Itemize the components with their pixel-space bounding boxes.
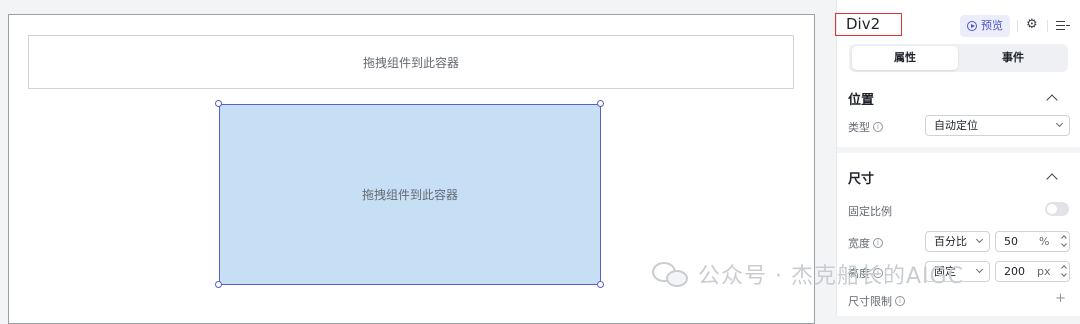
- header-divider: [1017, 20, 1018, 32]
- height-value-input[interactable]: 200: [995, 261, 1070, 282]
- position-type-select[interactable]: 自动定位: [925, 115, 1070, 136]
- size-limit-label: 尺寸限制 i: [848, 293, 905, 309]
- fixed-ratio-label: 固定比例: [848, 205, 892, 218]
- component-name-field[interactable]: Div2: [835, 13, 902, 36]
- watermark-text: 公众号 · 杰克船长的AIGC: [698, 264, 964, 289]
- fixed-ratio-toggle[interactable]: [1045, 202, 1069, 216]
- type-label: 类型 i: [848, 119, 883, 135]
- chevron-down-icon: [975, 235, 984, 244]
- panel-tabs: 属性 事件: [849, 44, 1068, 72]
- width-stepper[interactable]: [1061, 232, 1067, 250]
- container-dropzone[interactable]: 拖拽组件到此容器: [28, 35, 794, 89]
- chevron-down-icon: [975, 265, 984, 274]
- chevron-down-icon: [1055, 119, 1064, 128]
- resize-handle-bottom-right[interactable]: [597, 281, 604, 288]
- section-title-size: 尺寸: [848, 172, 875, 187]
- dropzone-hint: 拖拽组件到此容器: [361, 188, 458, 202]
- resize-handle-top-right[interactable]: [597, 100, 604, 107]
- chevron-up-icon[interactable]: [1046, 94, 1058, 106]
- section-title-position: 位置: [848, 93, 875, 108]
- play-circle-icon: [967, 21, 977, 31]
- height-stepper[interactable]: [1061, 262, 1067, 280]
- width-unit[interactable]: %: [1039, 235, 1049, 248]
- section-divider: [837, 147, 1080, 153]
- add-size-limit-icon[interactable]: +: [1055, 291, 1066, 306]
- preview-label: 预览: [981, 19, 1003, 32]
- info-icon: i: [873, 122, 883, 132]
- preview-button[interactable]: 预览: [960, 15, 1010, 37]
- width-value-input[interactable]: 50: [995, 231, 1070, 252]
- info-icon: i: [873, 238, 883, 248]
- resize-handle-bottom-left[interactable]: [215, 281, 222, 288]
- watermark: 公众号 · 杰克船长的AIGC: [652, 258, 964, 290]
- tab-events[interactable]: 事件: [960, 46, 1066, 70]
- header-divider: [1047, 20, 1048, 32]
- width-mode-select[interactable]: 百分比: [925, 231, 990, 252]
- info-icon: i: [895, 296, 905, 306]
- height-unit[interactable]: px: [1037, 265, 1051, 278]
- selected-div-container[interactable]: 拖拽组件到此容器: [219, 104, 601, 285]
- collapse-panel-icon[interactable]: [1056, 18, 1070, 32]
- resize-handle-top-left[interactable]: [215, 100, 222, 107]
- chevron-up-icon[interactable]: [1046, 173, 1058, 185]
- wechat-logo-icon: [652, 260, 690, 288]
- panel-header: Div2 预览 ⚙: [835, 10, 1080, 40]
- width-label: 宽度 i: [848, 235, 883, 251]
- tab-properties[interactable]: 属性: [852, 46, 958, 70]
- gear-icon[interactable]: ⚙: [1026, 17, 1038, 32]
- dropzone-hint: 拖拽组件到此容器: [362, 55, 459, 70]
